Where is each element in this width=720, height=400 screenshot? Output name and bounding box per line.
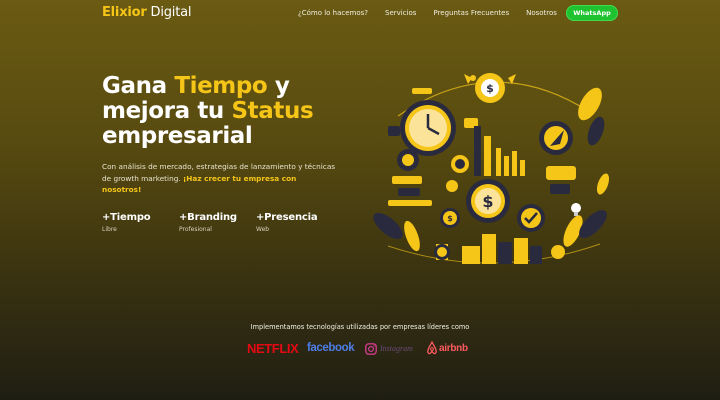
nav-links: ¿Cómo lo hacemos? Servicios Preguntas Fr… bbox=[298, 9, 574, 17]
netflix-logo: NETFLIX bbox=[247, 341, 299, 356]
brand-name-secondary: Digital bbox=[146, 5, 192, 20]
hero-line1-a: Gana bbox=[102, 73, 175, 99]
airbnb-logo: airbnb bbox=[439, 343, 468, 354]
tech-caption: Implementamos tecnologías utilizadas por… bbox=[250, 323, 470, 331]
stat-subtitle: Profesional bbox=[179, 226, 212, 233]
brand-logo[interactable]: Elixior Digital bbox=[102, 5, 191, 20]
brand-name-primary: Elixior bbox=[102, 5, 147, 20]
sun-dollar-icon: $ bbox=[464, 73, 516, 103]
brand-logos: NETFLIX facebook Instagram airbnb bbox=[247, 340, 487, 360]
airbnb-icon bbox=[427, 341, 437, 355]
rocket-icon bbox=[539, 121, 573, 155]
stats-row: +Tiempo Libre +Branding Profesional +Pre… bbox=[102, 212, 333, 233]
hero-line3: empresarial bbox=[102, 123, 253, 149]
hero-illustration: $ $ $ bbox=[373, 73, 610, 264]
stat-presencia: +Presencia Web bbox=[256, 212, 333, 233]
hero-line1-c: y bbox=[267, 73, 290, 99]
stat-subtitle: Web bbox=[256, 226, 270, 233]
stat-title: +Presencia bbox=[256, 212, 318, 223]
nav-link-servicios[interactable]: Servicios bbox=[385, 9, 416, 17]
stat-tiempo: +Tiempo Libre bbox=[102, 212, 179, 233]
hero-highlight-status: Status bbox=[231, 98, 314, 124]
hero-highlight-tiempo: Tiempo bbox=[174, 73, 268, 99]
dollar-coin-icon: $ bbox=[466, 179, 510, 223]
hero-description: Con análisis de mercado, estrategias de … bbox=[102, 161, 337, 196]
whatsapp-button[interactable]: WhatsApp bbox=[566, 5, 618, 21]
nav-link-como[interactable]: ¿Cómo lo hacemos? bbox=[298, 9, 368, 17]
stat-subtitle: Libre bbox=[102, 226, 117, 233]
stat-branding: +Branding Profesional bbox=[179, 212, 256, 233]
checkmark-icon bbox=[517, 204, 545, 232]
hero-line2-a: mejora tu bbox=[102, 98, 232, 124]
svg-text:$: $ bbox=[447, 214, 453, 223]
stat-title: +Tiempo bbox=[102, 212, 151, 223]
nav-link-nosotros[interactable]: Nosotros bbox=[526, 9, 557, 17]
stat-title: +Branding bbox=[179, 212, 237, 223]
instagram-icon bbox=[365, 343, 377, 355]
nav-link-faq[interactable]: Preguntas Frecuentes bbox=[433, 9, 509, 17]
hero-title: Gana Tiempo y mejora tu Status empresari… bbox=[102, 74, 352, 149]
svg-text:$: $ bbox=[482, 192, 493, 211]
instagram-logo-text: Instagram bbox=[380, 344, 413, 353]
svg-text:$: $ bbox=[486, 82, 494, 95]
facebook-logo: facebook bbox=[307, 342, 355, 354]
lightbulb-icon bbox=[571, 203, 581, 216]
bar-chart-icon bbox=[474, 126, 525, 176]
top-nav: Elixior Digital ¿Cómo lo hacemos? Servic… bbox=[0, 0, 720, 28]
